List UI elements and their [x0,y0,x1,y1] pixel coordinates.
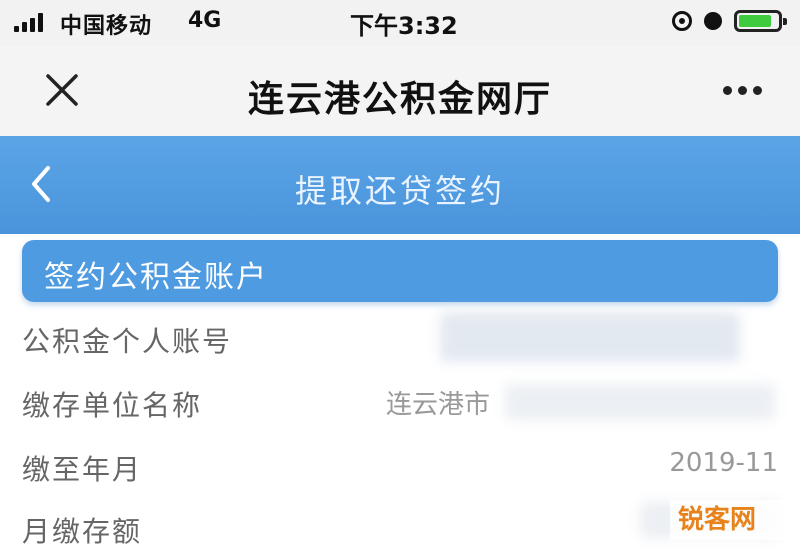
info-row-employer: 缴存单位名称 连云港市 [0,370,800,434]
battery-icon [734,10,787,32]
more-icon[interactable] [723,86,762,95]
page-bar: 提取还贷签约 [0,136,800,234]
app-header: 连云港公积金网厅 [0,46,800,136]
location-icon [672,11,692,31]
status-time: 下午3:32 [350,12,458,40]
section-header: 签约公积金账户 [22,240,778,302]
status-bar: 中国移动 4G 下午3:32 [0,0,800,46]
alarm-icon [704,12,722,30]
redacted-block [505,384,775,420]
row-label: 月缴存额 [22,515,143,548]
app-title: 连云港公积金网厅 [247,79,552,120]
info-row-account: 公积金个人账号 [0,306,800,370]
page-title: 提取还贷签约 [294,172,505,210]
battery-level [739,15,772,27]
row-value: 2019-11 [669,448,778,478]
carrier-name: 中国移动 [60,14,153,39]
info-row-paid-until: 缴至年月 2019-11 [0,434,800,498]
network-type: 4G [188,8,222,33]
row-label: 缴存单位名称 [22,389,203,422]
row-value: 连云港市 [386,390,491,420]
status-icons [672,10,787,32]
phone-screen: 中国移动 4G 下午3:32 连云港公积金网厅 提取还贷签约 签约公积金账户 公… [0,0,800,550]
row-label: 缴至年月 [22,453,143,486]
section-title: 签约公积金账户 [44,260,268,295]
signal-icon [14,12,43,32]
watermark-logo: 锐客网 [677,505,756,535]
redacted-block [440,312,740,362]
row-label: 公积金个人账号 [22,325,233,358]
